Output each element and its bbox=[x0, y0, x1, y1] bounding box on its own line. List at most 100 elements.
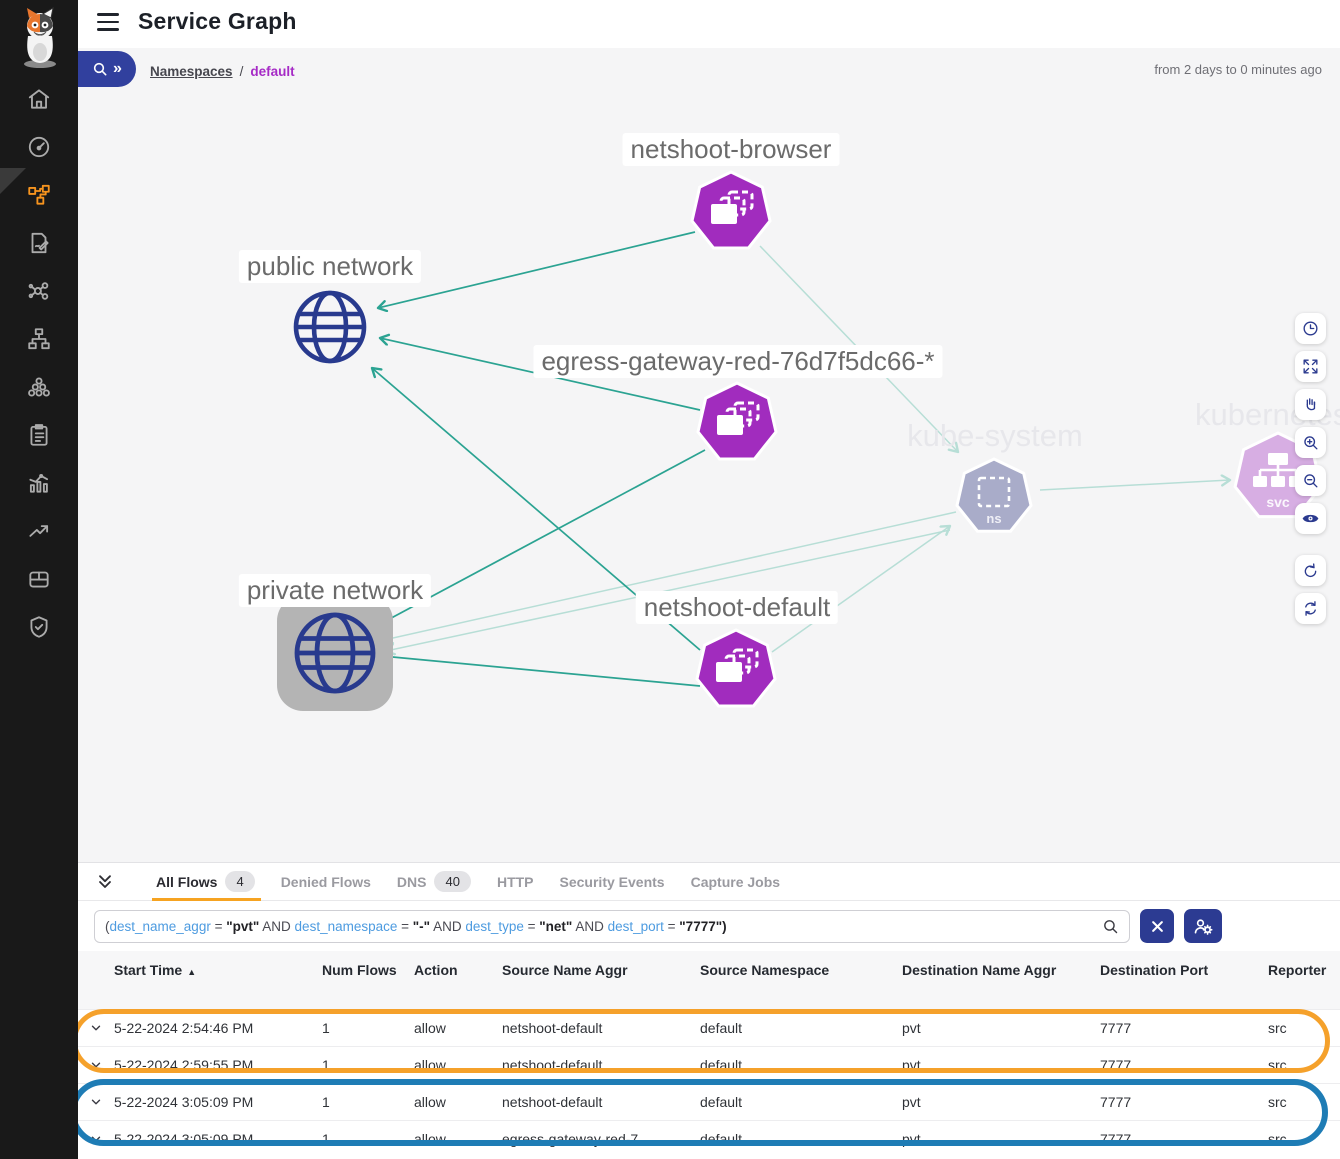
cell-start-time: 5-22-2024 2:54:46 PM bbox=[114, 1020, 322, 1036]
fit-screen-button[interactable] bbox=[1295, 351, 1326, 382]
storage-box-icon bbox=[26, 566, 52, 592]
label-kube-system[interactable]: kube-system bbox=[907, 418, 1083, 454]
row-expand-chevron-icon[interactable] bbox=[78, 1021, 114, 1035]
endpoints-icon bbox=[26, 278, 52, 304]
flows-panel: All Flows 4 Denied Flows DNS 40 HTTP Sec… bbox=[78, 862, 1340, 1159]
label-netshoot-default[interactable]: netshoot-default bbox=[636, 591, 838, 624]
col-num-flows[interactable]: Num Flows bbox=[322, 962, 414, 980]
sidebar-item-trends[interactable] bbox=[26, 518, 52, 544]
breadcrumb-current: default bbox=[250, 64, 294, 79]
graph-search-pill[interactable]: » bbox=[78, 51, 136, 87]
refresh-button[interactable] bbox=[1295, 593, 1326, 624]
col-source-name-aggr[interactable]: Source Name Aggr bbox=[502, 962, 700, 980]
collapse-panel-icon[interactable] bbox=[94, 871, 116, 893]
node-netshoot-default[interactable] bbox=[697, 630, 775, 706]
cell-source-name: netshoot-default bbox=[502, 1057, 700, 1073]
sidebar-item-home[interactable] bbox=[26, 86, 52, 112]
sidebar-item-reports[interactable] bbox=[26, 470, 52, 496]
sidebar-item-compliance[interactable] bbox=[26, 422, 52, 448]
col-start-time[interactable]: Start Time▲ bbox=[114, 962, 322, 980]
network-tree-icon bbox=[26, 326, 52, 352]
sidebar-item-dashboard[interactable] bbox=[26, 134, 52, 160]
table-row[interactable]: 5-22-2024 2:54:46 PM 1 allow netshoot-de… bbox=[78, 1009, 1340, 1046]
row-expand-chevron-icon[interactable] bbox=[78, 1132, 114, 1146]
cell-action: allow bbox=[414, 1057, 502, 1073]
cell-action: allow bbox=[414, 1131, 502, 1147]
menu-hamburger-icon[interactable] bbox=[97, 13, 119, 31]
zoom-out-button[interactable] bbox=[1295, 465, 1326, 496]
cell-dest-name: pvt bbox=[902, 1094, 1100, 1110]
pan-button[interactable] bbox=[1295, 389, 1326, 420]
graph-toolbar bbox=[1295, 313, 1326, 624]
tab-http[interactable]: HTTP bbox=[497, 863, 534, 901]
cell-source-namespace: default bbox=[700, 1131, 902, 1147]
filter-row: (dest_name_aggr = "pvt" AND dest_namespa… bbox=[78, 901, 1340, 951]
app-sidebar bbox=[0, 0, 78, 1159]
undo-icon bbox=[1301, 561, 1320, 580]
node-egress-gateway[interactable] bbox=[698, 383, 776, 459]
all-flows-count-badge: 4 bbox=[225, 871, 254, 892]
label-egress-gateway[interactable]: egress-gateway-red-76d7f5dc66-* bbox=[533, 345, 942, 378]
tab-dns[interactable]: DNS 40 bbox=[397, 863, 471, 901]
page-title: Service Graph bbox=[138, 8, 297, 35]
query-token: = bbox=[397, 919, 412, 934]
time-range-label: from 2 days to 0 minutes ago bbox=[1154, 62, 1322, 77]
sidebar-item-storage[interactable] bbox=[26, 566, 52, 592]
breadcrumb-namespaces-link[interactable]: Namespaces bbox=[150, 64, 233, 79]
sort-asc-icon: ▲ bbox=[187, 967, 196, 977]
cell-reporter: src bbox=[1268, 1094, 1340, 1110]
node-kube-system[interactable]: ns bbox=[957, 459, 1031, 531]
clusters-icon bbox=[26, 374, 52, 400]
calico-cat-logo[interactable] bbox=[14, 6, 66, 70]
table-row[interactable]: 5-22-2024 3:05:09 PM 1 allow egress-gate… bbox=[78, 1120, 1340, 1157]
node-public-network[interactable] bbox=[296, 293, 364, 361]
filter-query-input[interactable]: (dest_name_aggr = "pvt" AND dest_namespa… bbox=[94, 910, 1130, 943]
col-source-namespace[interactable]: Source Namespace bbox=[700, 962, 902, 980]
graph-svg: ns svc bbox=[78, 48, 1340, 862]
cell-action: allow bbox=[414, 1020, 502, 1036]
tab-denied-flows[interactable]: Denied Flows bbox=[281, 863, 371, 901]
sidebar-item-network[interactable] bbox=[26, 326, 52, 352]
sidebar-item-endpoints[interactable] bbox=[26, 278, 52, 304]
tab-capture-jobs[interactable]: Capture Jobs bbox=[691, 863, 780, 901]
clear-filter-button[interactable] bbox=[1140, 909, 1174, 943]
tab-security-events[interactable]: Security Events bbox=[560, 863, 665, 901]
col-action[interactable]: Action bbox=[414, 962, 502, 980]
cell-dest-name: pvt bbox=[902, 1020, 1100, 1036]
sidebar-item-security[interactable] bbox=[26, 614, 52, 640]
node-netshoot-browser[interactable] bbox=[692, 172, 770, 248]
visibility-button[interactable] bbox=[1295, 503, 1326, 534]
table-row[interactable]: 5-22-2024 3:05:09 PM 1 allow netshoot-de… bbox=[78, 1083, 1340, 1120]
policy-document-icon bbox=[26, 230, 52, 256]
service-graph-canvas[interactable]: » Namespaces / default from 2 days to 0 mi… bbox=[78, 48, 1340, 862]
zoom-in-button[interactable] bbox=[1295, 427, 1326, 458]
row-expand-chevron-icon[interactable] bbox=[78, 1058, 114, 1072]
cell-start-time: 5-22-2024 3:05:09 PM bbox=[114, 1131, 322, 1147]
col-dest-name-aggr[interactable]: Destination Name Aggr bbox=[902, 962, 1100, 980]
tab-all-flows[interactable]: All Flows 4 bbox=[156, 863, 255, 901]
time-button[interactable] bbox=[1295, 313, 1326, 344]
cell-dest-port: 7777 bbox=[1100, 1020, 1268, 1036]
user-settings-button[interactable] bbox=[1184, 909, 1222, 943]
cell-source-namespace: default bbox=[700, 1094, 902, 1110]
sidebar-item-clusters[interactable] bbox=[26, 374, 52, 400]
col-reporter[interactable]: Reporter bbox=[1268, 962, 1340, 980]
label-netshoot-browser[interactable]: netshoot-browser bbox=[623, 133, 840, 166]
cell-reporter: src bbox=[1268, 1131, 1340, 1147]
cell-num-flows: 1 bbox=[322, 1057, 414, 1073]
eye-icon bbox=[1301, 509, 1320, 528]
sidebar-item-service-graph[interactable] bbox=[26, 182, 52, 208]
breadcrumb-separator: / bbox=[240, 64, 244, 79]
cell-dest-name: pvt bbox=[902, 1131, 1100, 1147]
table-row[interactable]: 5-22-2024 2:59:55 PM 1 allow netshoot-de… bbox=[78, 1046, 1340, 1083]
filter-search-icon[interactable] bbox=[1102, 918, 1119, 935]
panel-tabs: All Flows 4 Denied Flows DNS 40 HTTP Sec… bbox=[78, 863, 1340, 901]
sidebar-item-policies[interactable] bbox=[26, 230, 52, 256]
row-expand-chevron-icon[interactable] bbox=[78, 1095, 114, 1109]
col-dest-port[interactable]: Destination Port bbox=[1100, 962, 1268, 980]
undo-button[interactable] bbox=[1295, 555, 1326, 586]
label-private-network[interactable]: private network bbox=[239, 574, 431, 607]
query-token: "-" bbox=[413, 919, 430, 934]
label-public-network[interactable]: public network bbox=[239, 250, 421, 283]
cell-num-flows: 1 bbox=[322, 1094, 414, 1110]
